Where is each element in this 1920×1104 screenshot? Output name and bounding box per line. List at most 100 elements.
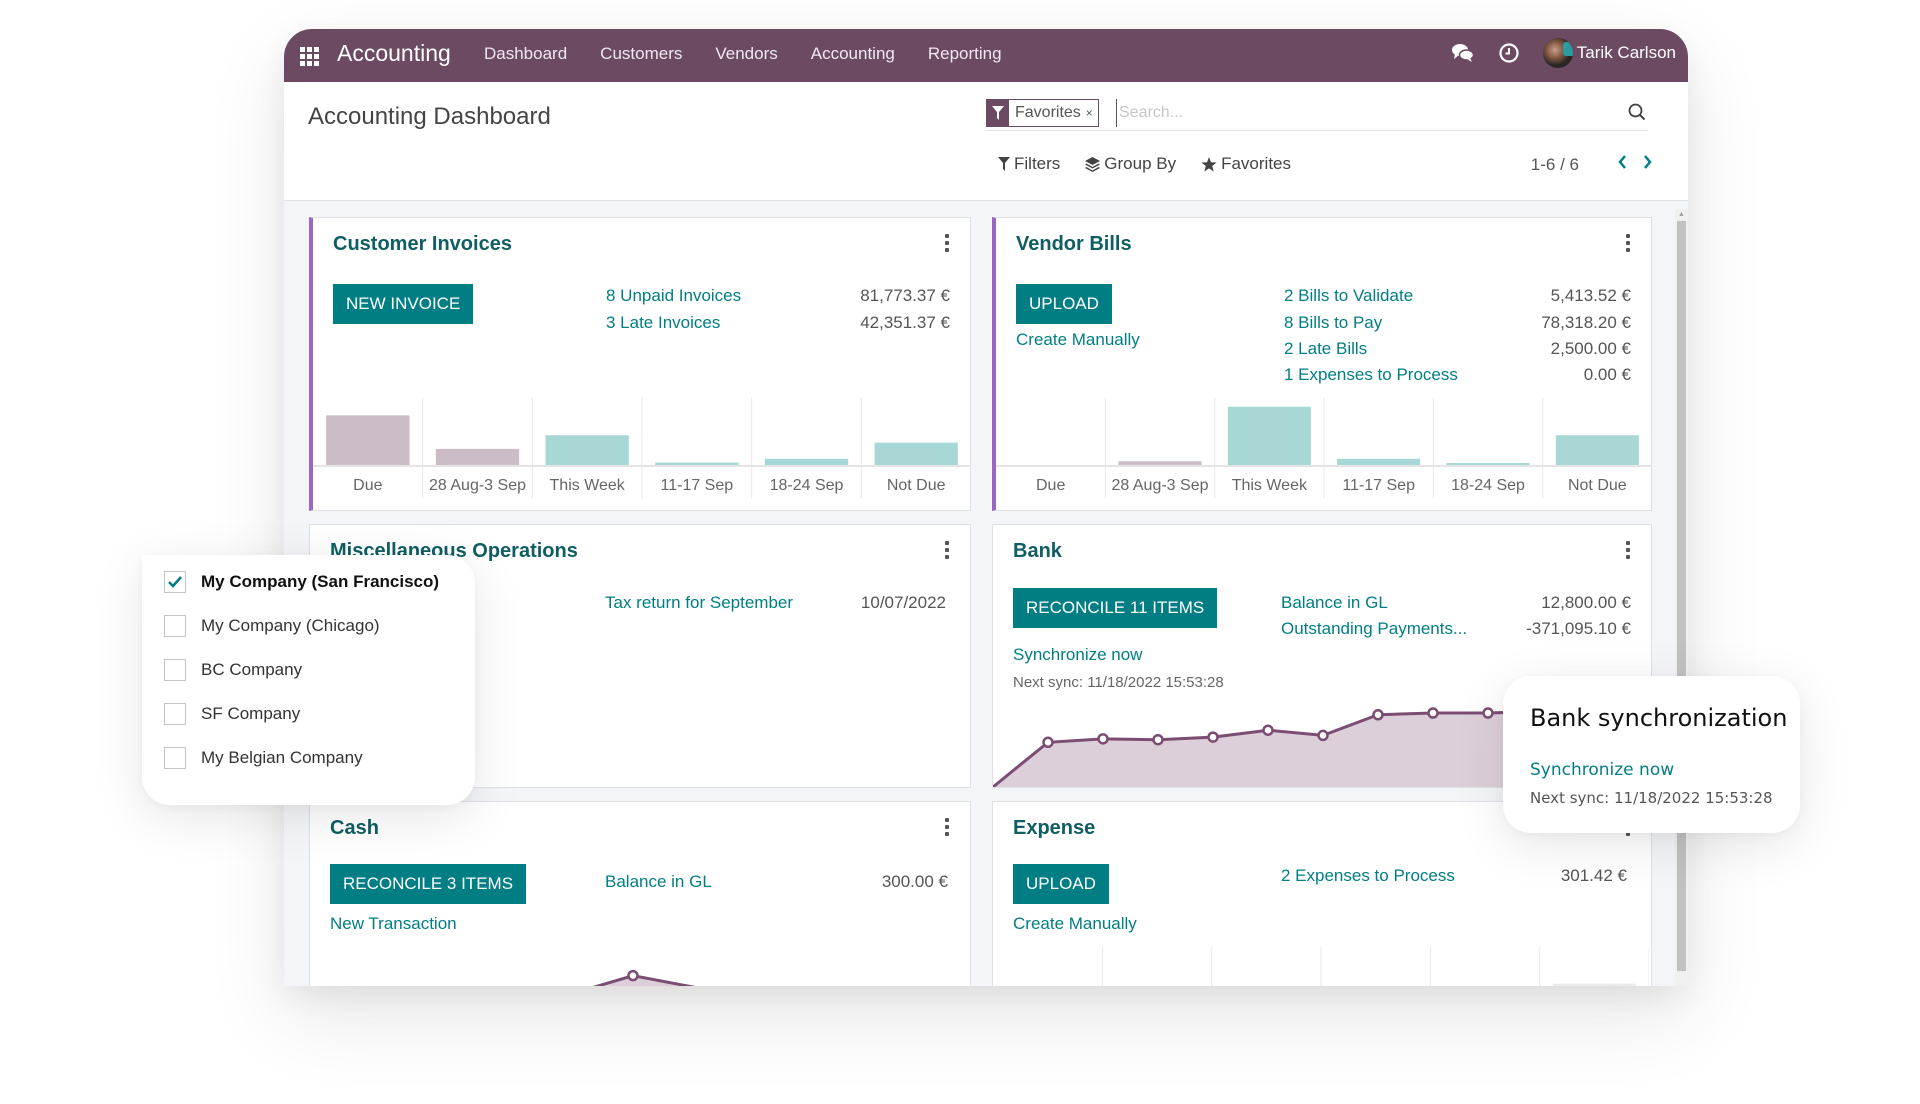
- chart-point: [1482, 707, 1494, 719]
- card-title[interactable]: Expense: [1013, 817, 1095, 840]
- card-title[interactable]: Bank: [1013, 540, 1062, 563]
- checkbox[interactable]: [164, 703, 186, 725]
- balance-in-gl-value: 12,800.00 €: [1541, 593, 1631, 612]
- synchronize-now-link[interactable]: Synchronize now: [1013, 645, 1142, 665]
- card-menu-icon[interactable]: [1625, 234, 1631, 252]
- app-name[interactable]: Accounting: [337, 40, 451, 67]
- create-expense-manually-link[interactable]: Create Manually: [1013, 914, 1137, 934]
- upload-expense-button[interactable]: UPLOAD: [1013, 864, 1109, 904]
- scrollbar-thumb[interactable]: [1677, 221, 1686, 971]
- menu-vendors[interactable]: Vendors: [715, 44, 777, 64]
- scroll-up-icon[interactable]: ▲: [1678, 211, 1685, 218]
- chart-point: [1317, 729, 1329, 742]
- cash-balance-chart[interactable]: [310, 965, 971, 986]
- reconcile-cash-button[interactable]: RECONCILE 3 ITEMS: [330, 864, 527, 904]
- filter-icon: [987, 100, 1009, 126]
- pager-value[interactable]: 1-6 / 6: [1531, 155, 1579, 175]
- customer-invoices-card: Customer Invoices NEW INVOICE 8 Unpaid I…: [309, 217, 971, 511]
- late-bills-link[interactable]: 2 Late Bills: [1284, 339, 1367, 359]
- cash-balance-link[interactable]: Balance in GL: [605, 872, 712, 892]
- create-manually-link[interactable]: Create Manually: [1016, 330, 1140, 350]
- menu-reporting[interactable]: Reporting: [928, 44, 1002, 64]
- pager-next-icon[interactable]: [1643, 154, 1653, 175]
- card-title[interactable]: Customer Invoices: [333, 233, 512, 256]
- balance-in-gl-link[interactable]: Balance in GL: [1281, 593, 1388, 613]
- bank-sync-popup: Bank synchronization Synchronize now Nex…: [1503, 676, 1800, 833]
- x-tick-label: 28 Aug-3 Sep: [429, 477, 526, 494]
- card-menu-icon[interactable]: [944, 818, 950, 836]
- company-item[interactable]: My Company (Chicago): [164, 615, 380, 637]
- chart-area: [597, 975, 688, 986]
- navbar-systray: Tarik Carlson: [1451, 38, 1676, 68]
- user-name[interactable]: Tarik Carlson: [1577, 43, 1676, 63]
- unpaid-invoices-value: 81,773.37 €: [860, 286, 950, 305]
- company-item[interactable]: BC Company: [164, 659, 302, 681]
- clock-icon[interactable]: [1497, 41, 1521, 65]
- company-item[interactable]: My Belgian Company: [164, 747, 363, 769]
- bills-to-validate-link[interactable]: 2 Bills to Validate: [1284, 286, 1413, 306]
- chart-bar: [545, 435, 629, 465]
- card-title[interactable]: Vendor Bills: [1016, 233, 1132, 256]
- chart-bar: [1552, 983, 1636, 986]
- favorites-label: Favorites: [1221, 154, 1292, 173]
- chat-icon[interactable]: [1451, 41, 1475, 65]
- company-item[interactable]: SF Company: [164, 703, 300, 725]
- new-invoice-button[interactable]: NEW INVOICE: [333, 284, 474, 324]
- vertical-scrollbar[interactable]: ▲: [1675, 209, 1688, 986]
- card-menu-icon[interactable]: [944, 234, 950, 252]
- expenses-to-process-link[interactable]: 1 Expenses to Process: [1284, 365, 1458, 385]
- expenses-to-process-link[interactable]: 2 Expenses to Process: [1281, 866, 1455, 886]
- menu-accounting[interactable]: Accounting: [811, 44, 895, 64]
- unpaid-invoices-link[interactable]: 8 Unpaid Invoices: [606, 286, 741, 306]
- chart-bar: [1446, 463, 1530, 465]
- group-by-button[interactable]: Group By: [1085, 154, 1176, 174]
- menu-customers[interactable]: Customers: [600, 44, 682, 64]
- top-navbar: Accounting Dashboard Customers Vendors A…: [284, 29, 1688, 82]
- tax-return-link[interactable]: Tax return for September: [605, 593, 793, 613]
- filters-label: Filters: [1014, 154, 1061, 173]
- customer-invoices-bar-chart[interactable]: Due 28 Aug-3 Sep This Week 11-17 Sep 18-24 S…: [313, 398, 971, 508]
- tax-return-date: 10/07/2022: [860, 593, 946, 612]
- menu-dashboard[interactable]: Dashboard: [484, 44, 567, 64]
- company-label: My Company (Chicago): [201, 616, 380, 635]
- search-icon[interactable]: [1628, 103, 1646, 126]
- search-options: Filters Group By Favorites: [998, 154, 1316, 174]
- checkbox[interactable]: [164, 659, 186, 681]
- chart-point: [627, 969, 639, 982]
- pager-previous-icon[interactable]: [1617, 154, 1627, 175]
- checkbox-checked[interactable]: [164, 571, 186, 593]
- company-item[interactable]: My Company (San Francisco): [164, 571, 439, 593]
- bank-sync-now-link[interactable]: Synchronize now: [1530, 760, 1674, 780]
- chart-bar: [1118, 461, 1202, 465]
- card-title[interactable]: Cash: [330, 817, 379, 840]
- bills-to-pay-link[interactable]: 8 Bills to Pay: [1284, 313, 1382, 333]
- reconcile-items-button[interactable]: RECONCILE 11 ITEMS: [1013, 588, 1218, 628]
- chart-bar: [435, 448, 520, 465]
- chart-point: [1097, 733, 1109, 745]
- next-sync-text: Next sync: 11/18/2022 15:53:28: [1013, 674, 1224, 691]
- chart-bar: [1337, 458, 1421, 465]
- upload-bill-button[interactable]: UPLOAD: [1016, 284, 1112, 324]
- filter-icon: [998, 157, 1010, 171]
- checkbox[interactable]: [164, 747, 186, 769]
- late-invoices-link[interactable]: 3 Late Invoices: [606, 313, 720, 333]
- chart-point: [1207, 731, 1219, 743]
- new-transaction-link[interactable]: New Transaction: [330, 914, 457, 934]
- apps-grid-icon[interactable]: [300, 47, 319, 66]
- chart-point: [1427, 707, 1439, 719]
- card-menu-icon[interactable]: [944, 541, 950, 559]
- user-avatar[interactable]: [1542, 38, 1573, 68]
- filters-button[interactable]: Filters: [998, 154, 1060, 174]
- search-input[interactable]: [1116, 99, 1596, 127]
- bills-to-pay-value: 78,318.20 €: [1541, 313, 1631, 332]
- next-sync-label: Next sync:: [1013, 674, 1084, 691]
- expense-bar-chart[interactable]: [993, 947, 1649, 986]
- favorites-button[interactable]: Favorites: [1201, 154, 1291, 174]
- card-menu-icon[interactable]: [1625, 541, 1631, 559]
- outstanding-payments-link[interactable]: Outstanding Payments...: [1281, 619, 1467, 639]
- expenses-to-process-value: 301.42 €: [1560, 866, 1627, 885]
- checkbox[interactable]: [164, 615, 186, 637]
- group-by-label: Group By: [1104, 154, 1177, 173]
- vendor-bills-bar-chart[interactable]: Due 28 Aug-3 Sep This Week 11-17 Sep 18-24 S…: [996, 398, 1652, 508]
- facet-remove-icon[interactable]: ×: [1086, 100, 1098, 126]
